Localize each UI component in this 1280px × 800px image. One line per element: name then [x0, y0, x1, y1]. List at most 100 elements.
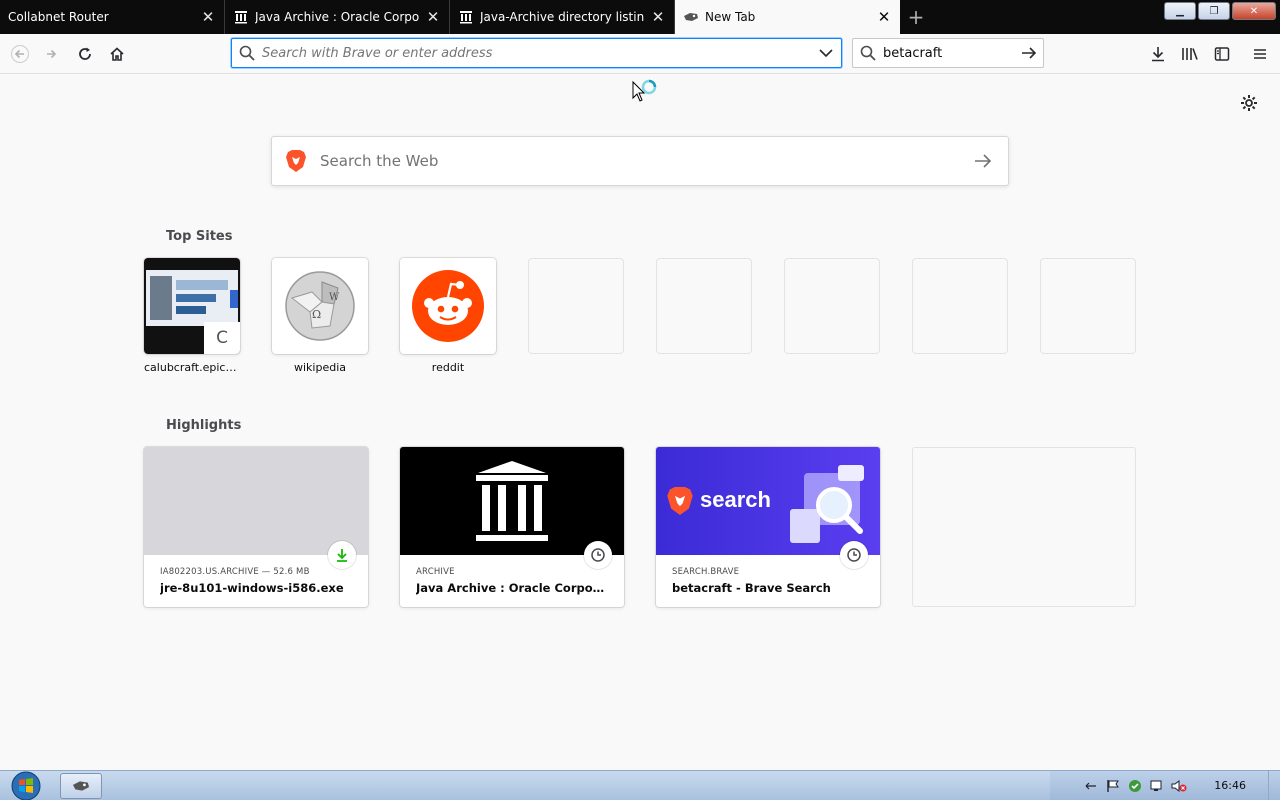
close-icon[interactable]: ✕	[876, 8, 892, 26]
tab-title: New Tab	[705, 10, 756, 24]
close-icon[interactable]: ✕	[200, 8, 216, 26]
highlight-card-archive[interactable]: ARCHIVE Java Archive : Oracle Corporatio…	[400, 447, 624, 607]
loading-cursor-icon	[632, 78, 658, 110]
highlight-title: jre-8u101-windows-i586.exe	[160, 581, 344, 595]
hamburger-menu-icon	[1254, 49, 1266, 59]
site-thumbnail: C	[144, 258, 240, 354]
gear-icon[interactable]	[1240, 94, 1260, 114]
top-site-empty	[784, 258, 880, 354]
window-controls: ▁ ❐ ✕	[1164, 2, 1276, 20]
magnifier-illustration-icon	[790, 465, 864, 543]
site-label: reddit	[431, 361, 465, 374]
tab-java-archive-listing[interactable]: Java-Archive directory listing ✕	[450, 0, 675, 34]
highlight-image	[400, 447, 624, 555]
tab-title: Java Archive : Oracle Corporation	[255, 10, 419, 24]
highlight-source: IA802203.US.ARCHIVE — 52.6 MB	[160, 567, 310, 577]
minimize-button[interactable]: ▁	[1164, 2, 1196, 20]
arrow-left-icon	[11, 45, 29, 63]
highlight-card-empty	[912, 447, 1136, 607]
library-button[interactable]	[1176, 40, 1204, 68]
archive-icon	[233, 9, 249, 25]
site-label: wikipedia	[293, 361, 346, 374]
brave-search-wordmark: search	[700, 487, 771, 512]
highlight-title: betacraft - Brave Search	[672, 581, 831, 595]
reddit-logo-icon	[412, 270, 484, 342]
top-site-empty	[1040, 258, 1136, 354]
brave-logo-icon	[272, 149, 320, 173]
show-desktop-button[interactable]	[1268, 771, 1280, 800]
new-tab-button[interactable]: +	[900, 0, 932, 34]
search-bar-value[interactable]: betacraft	[883, 46, 1015, 61]
site-label: calubcraft.epicg...	[144, 361, 240, 374]
tab-java-archive[interactable]: Java Archive : Oracle Corporation ✕	[225, 0, 450, 34]
top-sites-heading: Top Sites	[166, 229, 233, 244]
nav-toolbar: betacraft	[0, 34, 1280, 74]
restore-button[interactable]: ❐	[1198, 2, 1230, 20]
address-bar[interactable]	[231, 38, 842, 68]
arrow-right-icon[interactable]	[1015, 46, 1043, 60]
brave-logo-icon	[667, 487, 693, 515]
tab-new-tab[interactable]: New Tab ✕	[675, 0, 900, 34]
home-button[interactable]	[103, 40, 131, 68]
highlight-source: ARCHIVE	[416, 567, 455, 577]
arrow-right-icon[interactable]	[958, 153, 1008, 169]
top-site-wikipedia[interactable]: ΩW wikipedia	[272, 258, 368, 374]
taskbar-brave-button[interactable]	[60, 773, 102, 799]
tab-title: Java-Archive directory listing	[480, 10, 644, 24]
download-icon	[328, 541, 356, 569]
highlight-card-download[interactable]: IA802203.US.ARCHIVE — 52.6 MB jre-8u101-…	[144, 447, 368, 607]
tab-strip: Collabnet Router ✕ Java Archive : Oracle…	[0, 0, 1280, 34]
back-button[interactable]	[6, 40, 34, 68]
tab-collabnet-router[interactable]: Collabnet Router ✕	[0, 0, 225, 34]
sidebar-button[interactable]	[1208, 40, 1236, 68]
site-badge: C	[204, 322, 240, 354]
close-icon[interactable]: ✕	[425, 8, 441, 26]
new-tab-page: Search the Web Top Sites C calubcraft.ep…	[0, 74, 1280, 770]
chevron-down-icon[interactable]	[811, 48, 841, 58]
clock-icon	[840, 541, 868, 569]
reload-icon	[79, 47, 91, 60]
highlight-card-brave-search[interactable]: search SEARCH.BRAVE betacraft - Brave Se…	[656, 447, 880, 607]
sidebar-icon	[1214, 47, 1230, 61]
site-tile[interactable]: C	[144, 258, 240, 354]
close-icon[interactable]: ✕	[650, 8, 666, 26]
tray-arrow-icon[interactable]	[1080, 776, 1102, 796]
svg-text:Ω: Ω	[312, 308, 321, 321]
top-site-calubcraft[interactable]: C calubcraft.epicg...	[144, 258, 240, 374]
network-icon[interactable]	[1146, 776, 1168, 796]
web-search-box[interactable]: Search the Web	[271, 136, 1009, 186]
top-site-reddit[interactable]: reddit	[400, 258, 496, 374]
forward-button[interactable]	[38, 40, 66, 68]
search-icon	[232, 45, 262, 61]
security-shield-icon[interactable]	[1124, 776, 1146, 796]
downloads-button[interactable]	[1144, 40, 1172, 68]
web-search-placeholder[interactable]: Search the Web	[320, 152, 958, 170]
menu-button[interactable]	[1246, 40, 1274, 68]
start-button[interactable]	[6, 771, 46, 800]
site-tile[interactable]: ΩW	[272, 258, 368, 354]
system-clock[interactable]: 16:46	[1214, 779, 1246, 792]
reload-button[interactable]	[71, 40, 99, 68]
download-icon	[1152, 47, 1164, 62]
archive-icon	[458, 9, 474, 25]
brave-lion-icon	[683, 9, 699, 25]
volume-muted-icon[interactable]	[1168, 776, 1190, 796]
highlight-image: search	[656, 447, 880, 555]
taskbar: 16:46	[0, 770, 1280, 800]
flag-icon[interactable]	[1102, 776, 1124, 796]
wikipedia-logo-icon: ΩW	[285, 271, 355, 341]
arrow-right-icon	[47, 49, 57, 59]
archive-icon	[476, 461, 548, 541]
site-tile[interactable]	[400, 258, 496, 354]
close-window-button[interactable]: ✕	[1232, 2, 1276, 20]
highlight-title: Java Archive : Oracle Corporatio...	[416, 581, 608, 595]
top-site-empty	[656, 258, 752, 354]
address-input[interactable]	[262, 45, 811, 61]
top-site-empty	[528, 258, 624, 354]
search-icon	[853, 45, 883, 61]
top-site-empty	[912, 258, 1008, 354]
search-bar[interactable]: betacraft	[852, 38, 1044, 68]
highlight-image	[144, 447, 368, 555]
tab-title: Collabnet Router	[8, 10, 109, 24]
svg-text:W: W	[329, 292, 340, 303]
